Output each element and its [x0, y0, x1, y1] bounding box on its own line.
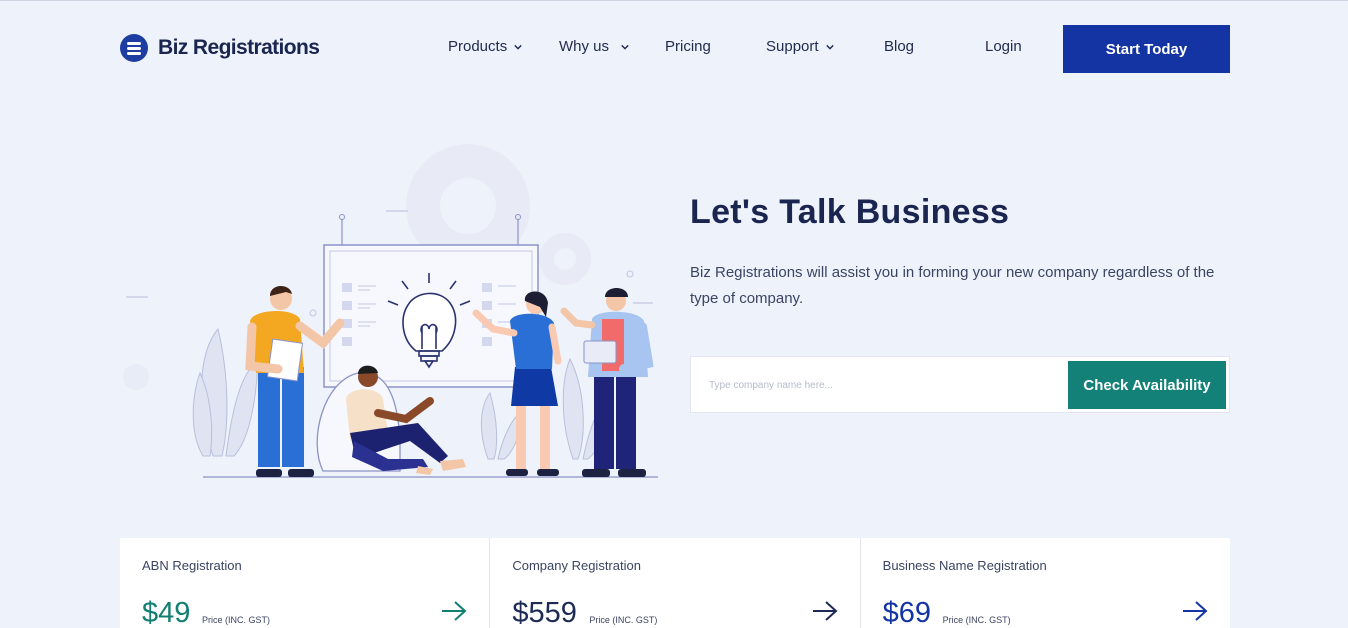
company-name-input[interactable]	[709, 375, 1059, 395]
nav-support-label: Support	[766, 38, 819, 55]
site-header: Biz Registrations Products Why us Pricin…	[0, 1, 1348, 96]
chevron-down-icon	[621, 44, 629, 50]
card-price-note: Price (INC. GST)	[202, 615, 271, 625]
hero-title: Let's Talk Business	[690, 193, 1010, 231]
start-today-button[interactable]: Start Today	[1063, 25, 1230, 73]
card-title: Business Name Registration	[882, 558, 1047, 573]
company-search-form: Check Availability	[690, 356, 1230, 413]
nav-pricing[interactable]: Pricing	[665, 38, 711, 55]
card-company-registration[interactable]: Company Registration $559 Price (INC. GS…	[490, 538, 861, 628]
login-link[interactable]: Login	[985, 38, 1022, 55]
nav-blog[interactable]: Blog	[884, 38, 914, 55]
arrow-right-icon[interactable]	[441, 600, 467, 622]
nav-why-us-label: Why us	[559, 38, 610, 55]
card-price: $69	[882, 597, 932, 628]
chevron-down-icon	[514, 44, 522, 50]
card-price-note: Price (INC. GST)	[589, 615, 658, 625]
nav-why-us[interactable]: Why us	[559, 38, 629, 55]
card-title: Company Registration	[512, 558, 641, 573]
login-label: Login	[985, 38, 1022, 55]
hero-illustration	[123, 144, 658, 478]
card-title: ABN Registration	[142, 558, 242, 573]
nav-support[interactable]: Support	[766, 38, 834, 55]
nav-products-label: Products	[448, 38, 508, 55]
chevron-down-icon	[825, 44, 834, 50]
card-price: $49	[142, 597, 191, 628]
nav-blog-label: Blog	[884, 38, 915, 55]
nav-pricing-label: Pricing	[665, 38, 711, 55]
pricing-cards: ABN Registration $49 Price (INC. GST) Co…	[120, 538, 1230, 628]
card-price: $559	[512, 597, 577, 628]
arrow-right-icon[interactable]	[1182, 600, 1208, 622]
nav-products[interactable]: Products	[448, 38, 522, 55]
hero-subtitle: Biz Registrations will assist you in for…	[690, 264, 1215, 307]
arrow-right-icon[interactable]	[812, 600, 838, 622]
card-abn-registration[interactable]: ABN Registration $49 Price (INC. GST)	[120, 538, 491, 628]
check-availability-button[interactable]: Check Availability	[1068, 361, 1226, 409]
card-price-note: Price (INC. GST)	[942, 615, 1011, 625]
card-business-name-registration[interactable]: Business Name Registration $69 Price (IN…	[861, 538, 1230, 628]
